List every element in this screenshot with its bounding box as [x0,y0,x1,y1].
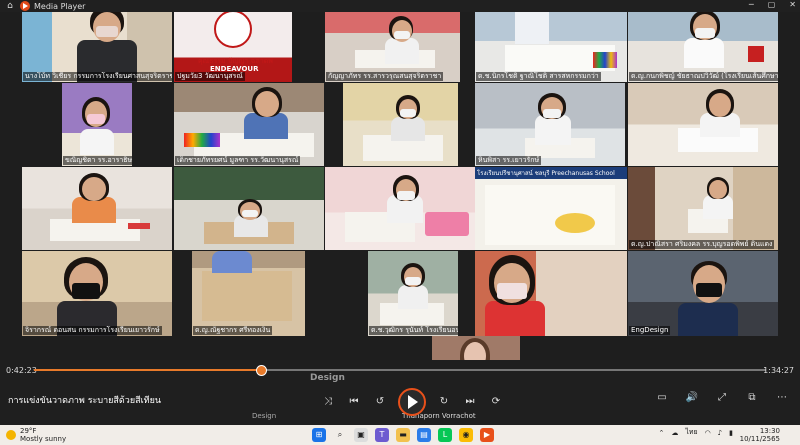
participant-tile: ด.ช.วุฒิกร รุนันท์ โรงเรียนอนุบาลพัชรพัฒ… [368,251,458,336]
file-explorer-icon[interactable]: ▬ [396,428,410,442]
chevron-up-icon[interactable]: ⌃ [658,429,664,437]
participant-tile: ด.ญ.ณัฐชากร ศรีทองเงิน [192,251,305,336]
participant-tile [325,167,475,250]
participant-tile [475,251,627,336]
clock[interactable]: 13:30 10/11/2565 [740,427,780,443]
participant-name: ด.ญ.กนกพิชญ์ ชัยธาณปวิวัฒ์ (โรงเรียนเส้น… [629,72,778,81]
start-icon[interactable]: ⊞ [312,428,326,442]
participant-tile [628,83,778,166]
store-icon[interactable]: ▤ [417,428,431,442]
participant-tile: คุณธรรม ปัญญา ฉลาดพ ENDEAVOUR ปฐมวัย3 วั… [174,0,292,82]
participant-name: EngDesign [629,326,671,335]
participant-tile: EngDesign [628,251,778,336]
clock-time: 13:30 [759,427,780,435]
elapsed-time: 0:42:23 [6,366,37,375]
input-language[interactable]: ไทย [685,427,697,438]
taskbar: 29°F Mostly sunny ⊞ ⌕ ▣ T ▬ ▤ L ◉ ▶ ⌃ ☁ … [0,425,800,445]
playback-buttons: ⤨ ⏮ ↺ ↻ ⏭ ⟳ [320,388,504,416]
clock-date: 10/11/2565 [739,435,780,443]
seek-thumb[interactable] [255,365,267,376]
window-title: Media Player [34,1,86,11]
participant-tile: โรงเรียนปรีชานุศาสน์ ชลบุรี Preechanusas… [475,167,627,250]
temperature: 29°F [20,427,37,435]
overlay-label-design-2: Design [310,373,345,383]
title-bar: ⌂ Media Player ─ ▢ ✕ [0,0,800,12]
chrome-icon[interactable]: ◉ [459,428,473,442]
media-title: การแข่งขันวาดภาพ ระบายสีด้วยสีเทียน [8,396,162,406]
school-logo [214,10,252,48]
miniplayer-icon[interactable]: ⧉ [744,390,760,406]
overlay-label-design-left: Design [252,412,277,420]
speaker-icon[interactable]: ♪ [718,429,722,437]
wifi-icon[interactable]: ◠ [705,429,711,437]
participant-tile: ด.ญ.ปาณิสรา ศริมงคล รร.บุญรอดพิพย์ ดินแด… [628,167,778,250]
right-controls: ▭ 🔊 ⤢ ⧉ ⋯ [654,390,790,406]
total-duration: 1:34:27 [763,366,794,375]
forward-30-icon[interactable]: ↻ [436,394,452,410]
participant-name: จิรากรณ์ ดอนสน กรรมการโรงเรียนเยาวรักษ์ [23,326,162,335]
participant-name: ด.ช.วุฒิกร รุนันท์ โรงเรียนอนุบาลพัชรพัฒ… [369,326,458,335]
video-frame[interactable]: นางโบ้ท วิเชียร กรรมการโรงเรียนศาสนสุจริ… [0,0,800,360]
participant-name: นางโบ้ท วิเชียร กรรมการโรงเรียนศาสนสุจริ… [23,72,172,81]
participant-tile: เด็กชายภัทรยศน์ มูลฑา รร.วัฒนานุสรณ์ [174,83,324,166]
task-view-icon[interactable]: ▣ [354,428,368,442]
media-player-icon[interactable]: ▶ [480,428,494,442]
participant-tile: ด.ญ.กนกพิชญ์ ชัยธาณปวิวัฒ์ (โรงเรียนเส้น… [628,0,778,82]
weather-desc: Mostly sunny [20,435,67,443]
participant-tile [343,83,458,166]
participant-tile [22,167,172,250]
fullscreen-icon[interactable]: ⤢ [714,390,730,406]
participant-name: ด.ญ.ปาณิสรา ศริมงคล รร.บุญรอดพิพย์ ดินแด… [629,240,775,249]
previous-icon[interactable]: ⏮ [346,394,362,410]
participant-tile: กัญญาภัทร รร.สารวรุณสนสุจริตราชา [325,0,460,82]
shuffle-icon[interactable]: ⤨ [320,394,336,410]
seek-progress [34,369,261,371]
maximize-button[interactable]: ▢ [768,0,776,9]
media-player-app-icon [20,1,30,11]
subtitles-icon[interactable]: ▭ [654,390,670,406]
school-banner: โรงเรียนปรีชานุศาสน์ ชลบุรี Preechanusas… [477,170,615,177]
participant-name: ขณิญชิตา รร.อาราธิษ [63,156,132,165]
battery-icon[interactable]: ▮ [729,429,733,437]
more-icon[interactable]: ⋯ [774,390,790,406]
participant-tile: ด.ช.นิกรโชติ ฐาณิโชติ สารสหกรรมกว่า [475,0,627,82]
close-button[interactable]: ✕ [789,0,796,9]
participant-name: ด.ญ.ณัฐชากร ศรีทองเงิน [193,326,273,335]
line-icon[interactable]: L [438,428,452,442]
participant-name: เด็กชายภัทรยศน์ มูลฑา รร.วัฒนานุสรณ์ [175,156,301,165]
play-button[interactable] [398,388,426,416]
media-controls: 0:42:23 1:34:27 Design การแข่งขันวาดภาพ … [0,360,800,425]
window-controls: ─ ▢ ✕ [749,0,796,9]
participant-name: ปฐมวัย3 วัฒนานุสรณ์ [175,72,245,81]
repeat-icon[interactable]: ⟳ [488,394,504,410]
taskbar-apps: ⊞ ⌕ ▣ T ▬ ▤ L ◉ ▶ [312,428,494,442]
participant-tile: ขณิญชิตา รร.อาราธิษ [62,83,132,166]
participant-name: กัญญาภัทร รร.สารวรุณสนสุจริตราชา [326,72,444,81]
participant-tile-center [432,336,520,360]
next-icon[interactable]: ⏭ [462,394,478,410]
participant-tile [174,167,324,250]
back-arrow-icon[interactable]: ⌂ [0,1,20,11]
sun-icon [6,430,16,440]
participant-tile: จิรากรณ์ ดอนสน กรรมการโรงเรียนเยาวรักษ์ [22,251,172,336]
participant-tile: หินพิสา รร.เยาวรักษ์ [475,83,625,166]
search-icon[interactable]: ⌕ [333,428,347,442]
seek-bar[interactable] [34,365,766,376]
participant-tile: นางโบ้ท วิเชียร กรรมการโรงเรียนศาสนสุจริ… [22,0,172,82]
participant-name: หินพิสา รร.เยาวรักษ์ [476,156,542,165]
teams-icon[interactable]: T [375,428,389,442]
participant-name: ด.ช.นิกรโชติ ฐาณิโชติ สารสหกรรมกว่า [476,72,601,81]
cloud-icon[interactable]: ☁ [671,429,678,437]
rewind-10-icon[interactable]: ↺ [372,394,388,410]
minimize-button[interactable]: ─ [749,0,754,9]
weather-widget[interactable]: 29°F Mostly sunny [6,427,66,443]
volume-icon[interactable]: 🔊 [684,390,700,406]
